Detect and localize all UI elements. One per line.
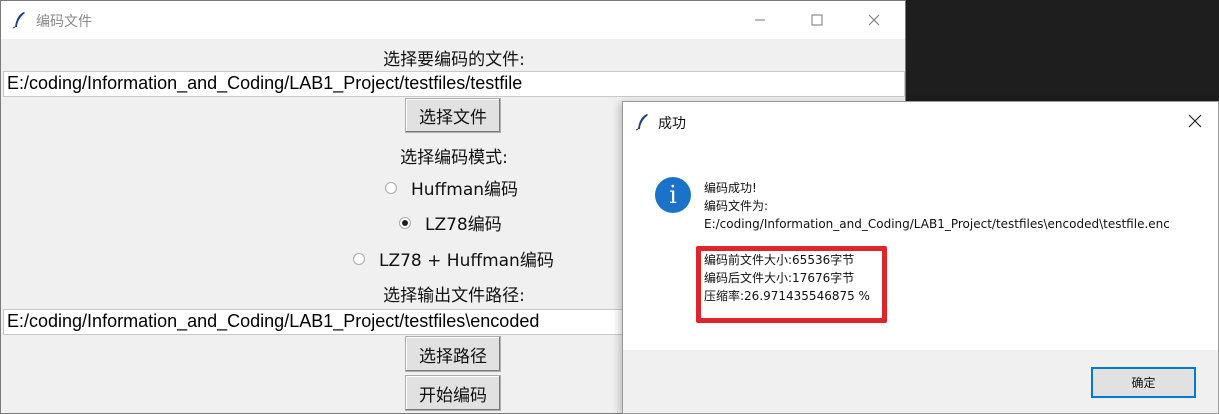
dialog-titlebar[interactable]: 成功 xyxy=(623,102,1218,140)
window-title: 编码文件 xyxy=(36,14,92,30)
radio-lz78[interactable]: LZ78编码 xyxy=(399,210,502,235)
message-line: 编码成功! xyxy=(704,181,757,195)
highlight-box xyxy=(696,246,887,323)
info-icon: i xyxy=(655,177,691,213)
maximize-icon xyxy=(811,14,823,26)
dialog-title: 成功 xyxy=(658,116,686,132)
select-path-button[interactable]: 选择路径 xyxy=(405,336,501,372)
radio-button-selected[interactable] xyxy=(399,216,411,229)
ok-button[interactable]: 确定 xyxy=(1091,367,1196,398)
window-titlebar[interactable]: 编码文件 xyxy=(1,1,905,39)
success-dialog: 成功 i 编码成功! 编码文件为: E:/coding/Information_… xyxy=(622,101,1219,414)
maximize-button[interactable] xyxy=(794,1,840,39)
close-button[interactable] xyxy=(851,1,897,39)
radio-lz78-huffman[interactable]: LZ78 + Huffman编码 xyxy=(353,246,554,271)
radio-huffman[interactable]: Huffman编码 xyxy=(385,175,518,200)
dialog-close-button[interactable] xyxy=(1172,102,1218,140)
select-file-button[interactable]: 选择文件 xyxy=(405,98,501,133)
radio-button[interactable] xyxy=(385,181,397,194)
start-encode-button[interactable]: 开始编码 xyxy=(405,375,501,411)
message-line: 编码文件为: xyxy=(704,199,769,213)
select-file-label: 选择要编码的文件: xyxy=(383,50,525,70)
feather-icon xyxy=(12,12,25,29)
radio-button[interactable] xyxy=(353,252,365,265)
radio-label: LZ78 + Huffman编码 xyxy=(379,251,554,271)
minimize-icon xyxy=(755,19,765,21)
close-icon xyxy=(868,14,880,26)
minimize-button[interactable] xyxy=(737,1,783,39)
input-path-field[interactable]: E:/coding/Information_and_Coding/LAB1_Pr… xyxy=(3,71,905,97)
close-icon xyxy=(1188,114,1202,128)
feather-icon xyxy=(635,114,648,131)
radio-label: LZ78编码 xyxy=(425,215,502,235)
radio-label: Huffman编码 xyxy=(411,180,519,200)
